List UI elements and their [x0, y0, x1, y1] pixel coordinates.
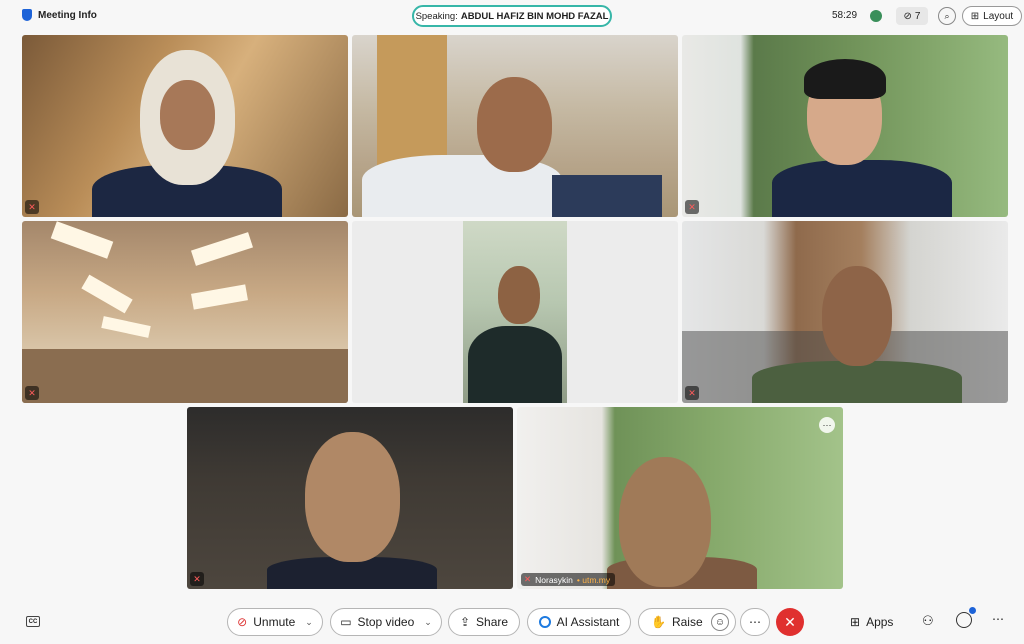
mic-off-icon: ✕: [685, 200, 699, 214]
apps-button[interactable]: ⊞ Apps: [850, 615, 893, 629]
participant-video: [468, 326, 562, 403]
ceiling-light: [81, 274, 133, 314]
participant-video: [804, 59, 886, 99]
wall-panel: [22, 349, 348, 403]
more-options-button[interactable]: ⋯: [740, 608, 770, 636]
participant-video: [822, 266, 892, 366]
end-call-button[interactable]: ✕: [776, 608, 804, 636]
participant-domain: • utm.my: [576, 574, 611, 585]
participant-name-tag: ✕ Norasykin • utm.my: [521, 573, 616, 586]
participant-video: [305, 432, 400, 562]
participant-video: [477, 77, 552, 172]
notification-badge: [969, 607, 976, 614]
hidden-participants-count: 7: [914, 10, 921, 22]
active-speaker-indicator: Speaking: ABDUL HAFIZ BIN MOHD FAZAL: [412, 5, 612, 27]
hand-icon: ✋: [651, 615, 666, 629]
video-tile[interactable]: ✕: [22, 221, 348, 403]
background-people: [552, 175, 662, 217]
participant-video: [619, 457, 711, 587]
chat-icon[interactable]: [956, 612, 972, 628]
meeting-info-button[interactable]: Meeting Info: [22, 9, 97, 21]
ai-assistant-label: AI Assistant: [556, 615, 620, 629]
share-label: Share: [476, 615, 509, 629]
speaking-prefix: Speaking:: [415, 10, 458, 22]
control-bar: CC ⊘ Unmute ⌄ ▭ Stop video ⌄ ⇪ Share AI …: [0, 600, 1024, 644]
mic-off-icon: ⊘: [237, 615, 248, 629]
video-tile[interactable]: ⋯ ✕ Norasykin • utm.my: [517, 407, 843, 589]
closed-captions-icon[interactable]: CC: [26, 616, 40, 627]
shield-icon: [22, 9, 32, 21]
participant-video: [752, 361, 962, 403]
share-button[interactable]: ⇪ Share: [448, 608, 520, 636]
tile-more-options-icon[interactable]: ⋯: [819, 417, 835, 433]
raise-label: Raise: [671, 615, 703, 629]
share-screen-icon: ⇪: [459, 615, 471, 629]
network-health-icon[interactable]: [870, 10, 882, 22]
meeting-timer: 58:29: [832, 10, 858, 21]
raise-hand-button[interactable]: ✋ Raise ☺: [638, 608, 736, 636]
apps-icon: ⊞: [850, 615, 861, 629]
participant-video: [498, 266, 540, 324]
ceiling-light: [50, 221, 114, 259]
participant-video: [772, 160, 952, 217]
ai-assistant-icon: [538, 616, 551, 628]
video-tile[interactable]: ✕: [22, 35, 348, 217]
eye-off-icon: ⊘: [903, 10, 912, 22]
chevron-down-icon[interactable]: ⌄: [305, 617, 313, 628]
speaking-name: ABDUL HAFIZ BIN MOHD FAZAL: [460, 10, 609, 22]
video-camera-icon: ▭: [340, 615, 352, 629]
video-tile[interactable]: ✕: [187, 407, 513, 589]
mic-off-icon: ✕: [25, 386, 39, 400]
ceiling-light: [190, 232, 254, 266]
video-tile[interactable]: [352, 35, 678, 217]
participants-icon[interactable]: ⚇: [922, 613, 934, 629]
video-tile[interactable]: [352, 221, 678, 403]
video-tile[interactable]: ✕: [682, 35, 1008, 217]
meeting-info-label: Meeting Info: [38, 9, 97, 21]
unmute-button[interactable]: ⊘ Unmute ⌄: [227, 608, 323, 636]
reactions-icon[interactable]: ☺: [711, 613, 729, 631]
participant-video: [160, 80, 215, 150]
mic-off-icon: ✕: [524, 574, 532, 584]
mic-off-icon: ✕: [190, 572, 204, 586]
more-panels-icon[interactable]: ⋯: [992, 612, 1004, 626]
unmute-label: Unmute: [253, 615, 296, 629]
ai-assistant-button[interactable]: AI Assistant: [527, 608, 631, 636]
participant-video: [463, 221, 567, 403]
apps-label: Apps: [866, 615, 894, 629]
search-icon[interactable]: ⌕: [938, 7, 956, 25]
hidden-participants-button[interactable]: ⊘ 7: [896, 7, 928, 25]
participant-name: Norasykin: [535, 574, 573, 585]
video-tile[interactable]: ✕: [682, 221, 1008, 403]
layout-button[interactable]: ⊞ Layout: [962, 6, 1022, 26]
mic-off-icon: ✕: [685, 386, 699, 400]
top-bar: Meeting Info Speaking: ABDUL HAFIZ BIN M…: [0, 0, 1024, 32]
ceiling-light: [191, 284, 248, 310]
layout-label: Layout: [983, 10, 1014, 22]
ceiling-light: [101, 316, 151, 338]
chevron-down-icon[interactable]: ⌄: [424, 617, 432, 628]
stop-video-label: Stop video: [357, 615, 415, 629]
stop-video-button[interactable]: ▭ Stop video ⌄: [330, 608, 442, 636]
mic-off-icon: ✕: [25, 200, 39, 214]
layout-icon: ⊞: [970, 10, 980, 22]
